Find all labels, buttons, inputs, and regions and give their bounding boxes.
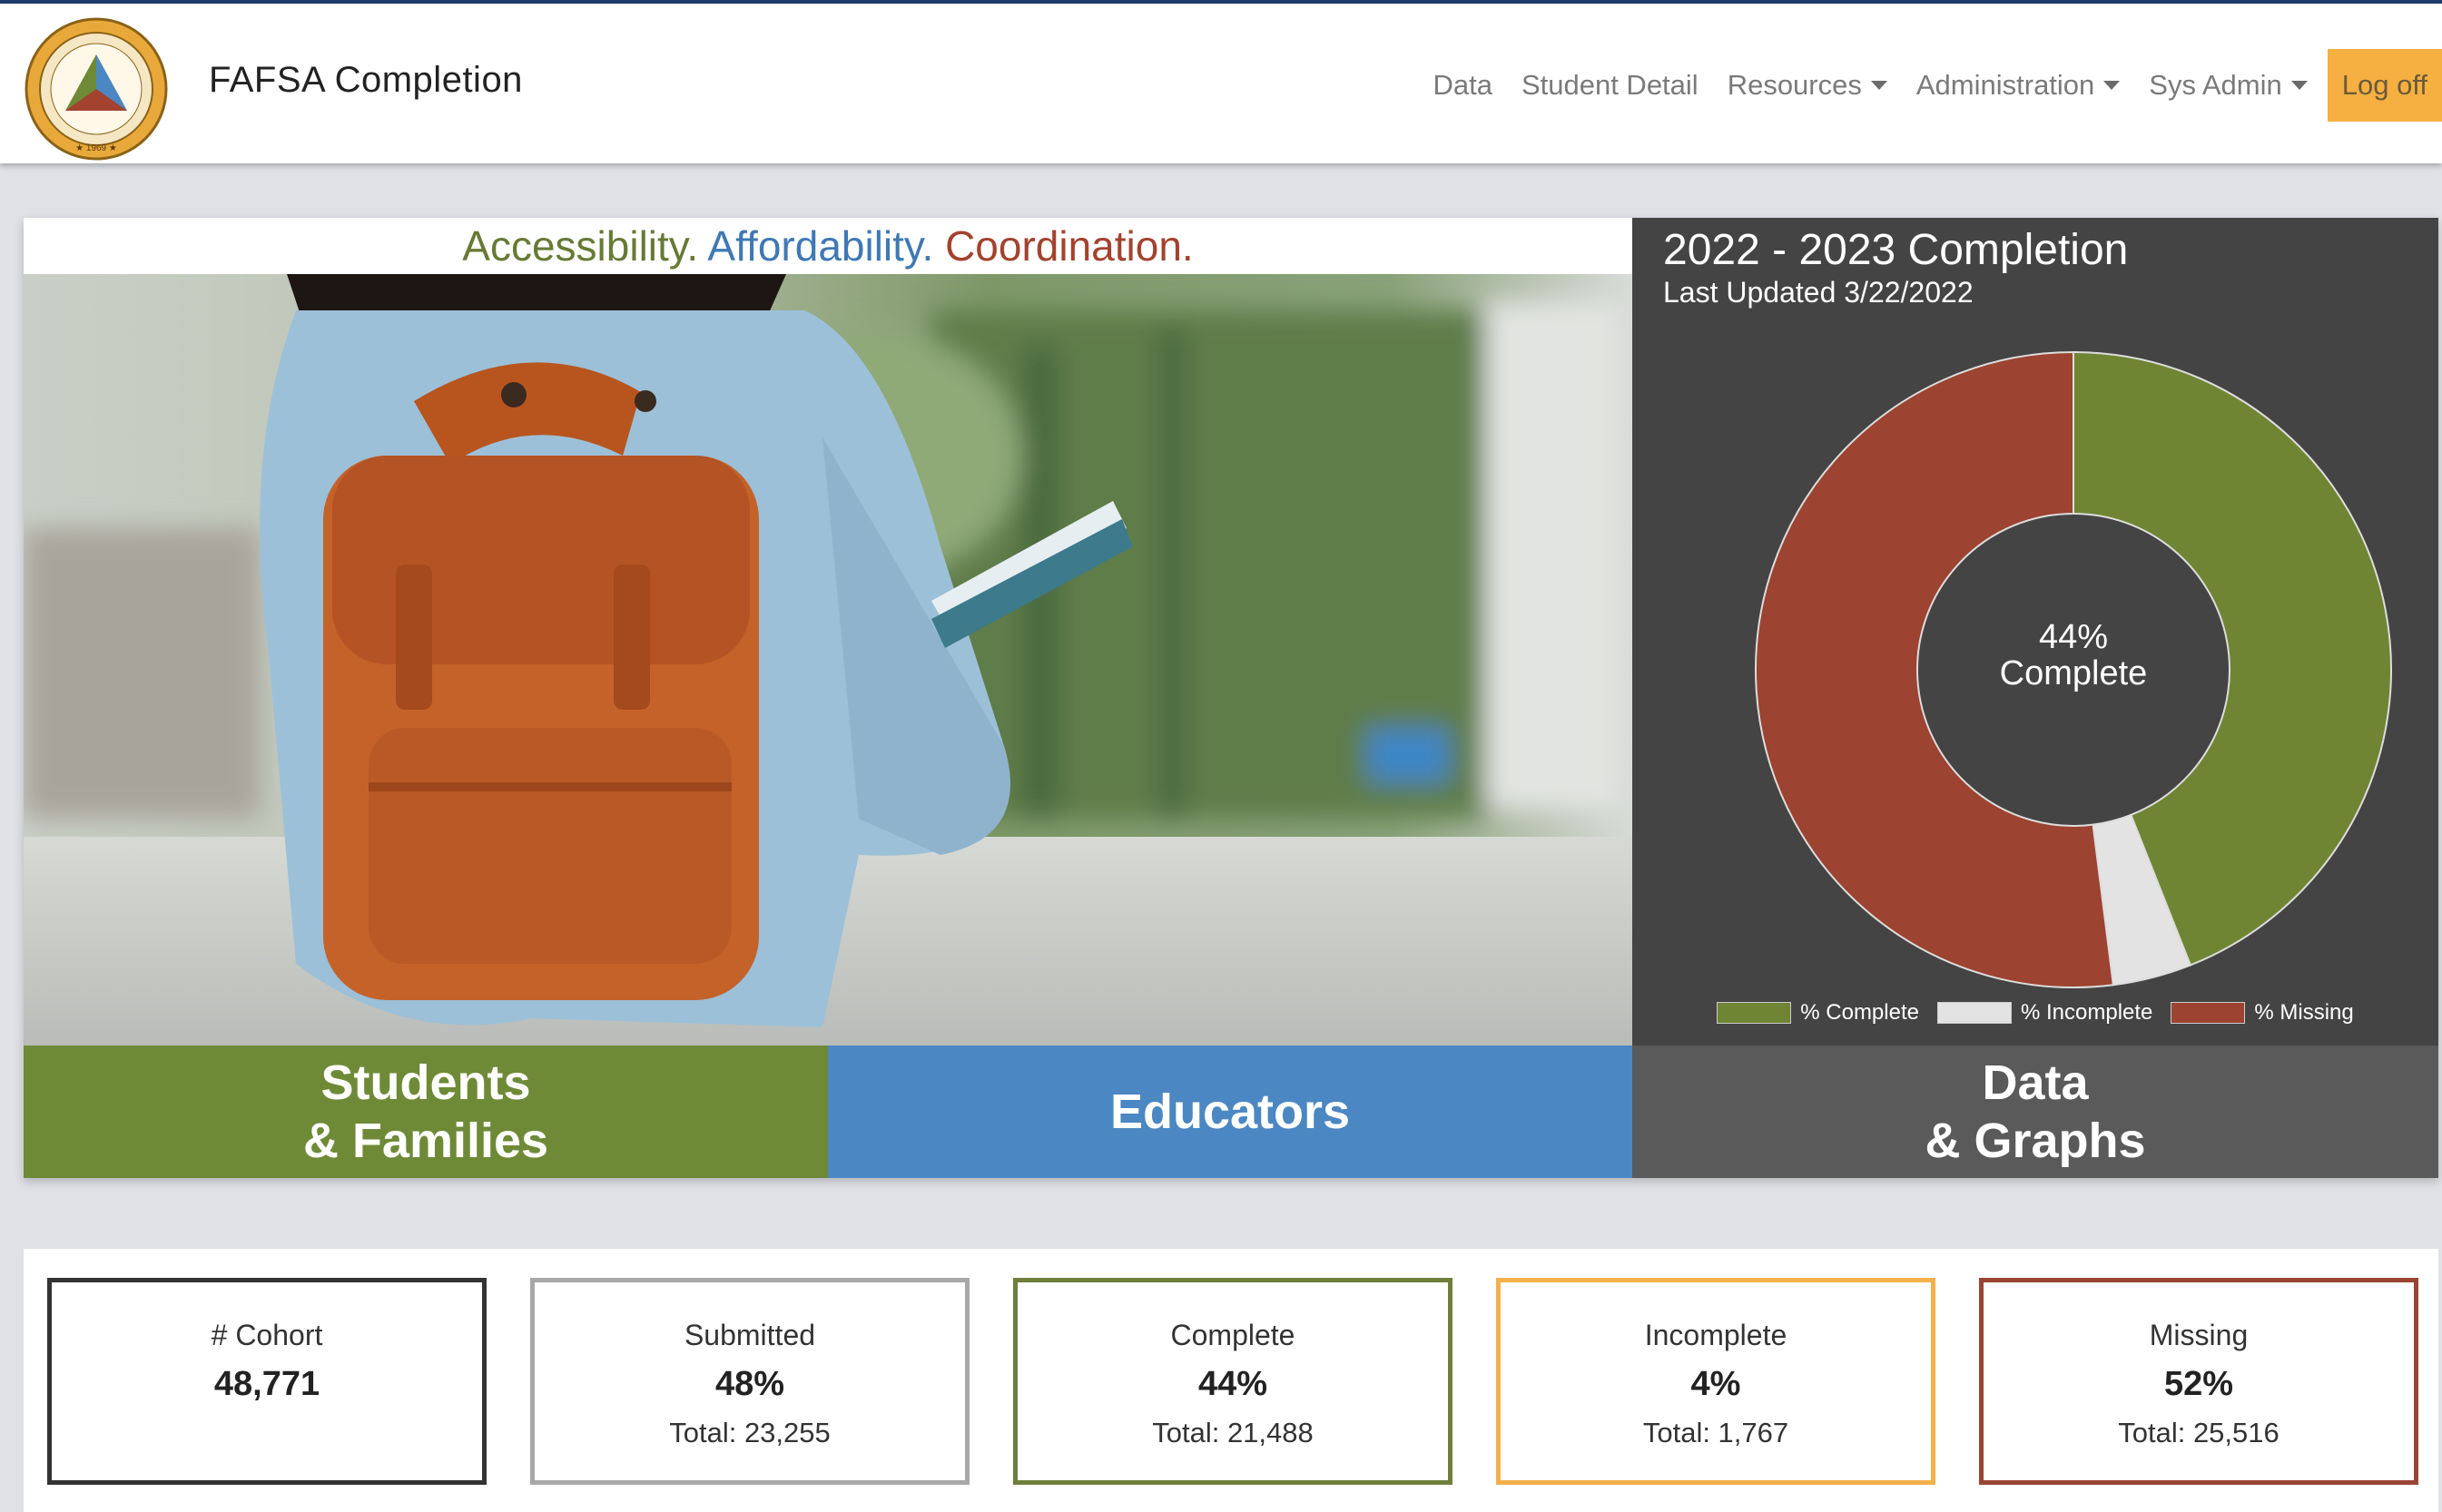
students-tile-line2: & Families: [302, 1114, 549, 1168]
navbar: ★ 1969 ★ FAFSA Completion Data Student D…: [0, 4, 2442, 163]
stat-total: Total: 21,488: [1152, 1417, 1314, 1448]
stats-panel: # Cohort 48,771 Submitted 48% Total: 23,…: [24, 1249, 2438, 1512]
logoff-button[interactable]: Log off: [2327, 49, 2442, 122]
nav-student-detail-label: Student Detail: [1521, 69, 1699, 101]
tagline-accessibility: Accessibility.: [462, 222, 699, 270]
tagline: Accessibility. Affordability. Coordinati…: [24, 218, 1632, 274]
donut-center-label: Complete: [2000, 654, 2148, 692]
tagline-coordination: Coordination.: [945, 222, 1194, 270]
stat-value: 48%: [714, 1365, 785, 1403]
hero-left: Accessibility. Affordability. Coordinati…: [24, 218, 1632, 1178]
nav-resources-dropdown[interactable]: Resources: [1728, 69, 1887, 102]
nav-menu: Data Student Detail Resources Administra…: [1403, 47, 2442, 123]
nav-resources-label: Resources: [1727, 69, 1862, 101]
nav-student-detail[interactable]: Student Detail: [1521, 69, 1699, 102]
caret-down-icon: [2103, 81, 2121, 90]
stat-value: 4%: [1690, 1365, 1741, 1403]
stat-total: Total: 25,516: [2118, 1417, 2280, 1448]
stat-label: Missing: [2149, 1319, 2249, 1351]
nav-sys-admin-dropdown[interactable]: Sys Admin: [2149, 69, 2308, 102]
legend-label: % Incomplete: [2020, 1000, 2153, 1025]
nav-administration-dropdown[interactable]: Administration: [1915, 69, 2121, 102]
stat-label: Complete: [1170, 1319, 1295, 1351]
stat-label: # Cohort: [211, 1319, 323, 1351]
nav-administration-label: Administration: [1915, 69, 2095, 101]
legend-swatch: [1936, 1002, 2012, 1024]
data-tile-line2: & Graphs: [1925, 1114, 2146, 1168]
legend-label: % Complete: [1800, 1000, 1919, 1025]
legend-swatch: [1717, 1002, 1792, 1024]
donut-center-percent: 44%: [2039, 618, 2108, 656]
commission-seal-logo[interactable]: ★ 1969 ★: [24, 16, 169, 162]
legend-item-complete[interactable]: % Complete: [1717, 1000, 1919, 1026]
data-graphs-text: Data & Graphs: [1925, 1054, 2145, 1170]
chart-legend: % Complete % Incomplete % Missing: [1632, 1000, 2438, 1026]
stat-card-complete: Complete 44% Total: 21,488: [1013, 1278, 1452, 1485]
stat-total: Total: 23,255: [669, 1417, 831, 1448]
stat-label: Submitted: [684, 1319, 816, 1351]
nav-data[interactable]: Data: [1433, 69, 1492, 102]
stat-value: 48,771: [213, 1365, 320, 1403]
legend-swatch: [2171, 1002, 2246, 1024]
stat-value: 52%: [2163, 1365, 2234, 1403]
nav-data-label: Data: [1433, 69, 1492, 101]
completion-chart-panel: 2022 - 2023 Completion Last Updated 3/22…: [1632, 218, 2438, 1046]
stat-card-missing: Missing 52% Total: 25,516: [1979, 1278, 2418, 1485]
stat-total: Total: 1,767: [1642, 1417, 1789, 1448]
nav-sys-admin-label: Sys Admin: [2149, 69, 2282, 101]
data-graphs-tile[interactable]: Data & Graphs: [1632, 1046, 2438, 1178]
students-families-tile[interactable]: Students & Families: [24, 1046, 828, 1178]
caret-down-icon: [2290, 81, 2308, 90]
tagline-affordability: Affordability.: [707, 222, 934, 270]
data-tile-line1: Data: [1982, 1055, 2089, 1110]
stat-value: 44%: [1197, 1365, 1268, 1403]
site-brand[interactable]: FAFSA Completion: [209, 60, 523, 101]
educators-tile-label: Educators: [1109, 1085, 1351, 1139]
caret-down-icon: [1870, 81, 1887, 90]
stat-label: Incomplete: [1644, 1319, 1787, 1351]
legend-item-incomplete[interactable]: % Incomplete: [1936, 1000, 2153, 1026]
stat-card-submitted: Submitted 48% Total: 23,255: [530, 1278, 970, 1485]
legend-item-missing[interactable]: % Missing: [2171, 1000, 2354, 1026]
educators-tile[interactable]: Educators: [828, 1046, 1632, 1178]
hero-section: Accessibility. Affordability. Coordinati…: [24, 218, 2438, 1178]
stat-card-cohort: # Cohort 48,771: [47, 1278, 487, 1485]
completion-donut-chart: 44%Complete: [1755, 350, 2392, 988]
legend-label: % Missing: [2254, 1000, 2354, 1025]
svg-text:★ 1969 ★: ★ 1969 ★: [75, 143, 117, 153]
stat-card-incomplete: Incomplete 4% Total: 1,767: [1496, 1278, 1935, 1485]
students-families-text: Students & Families: [303, 1054, 548, 1170]
students-tile-line1: Students: [320, 1055, 531, 1110]
hero-photo-student-backpack: [24, 274, 1632, 1046]
